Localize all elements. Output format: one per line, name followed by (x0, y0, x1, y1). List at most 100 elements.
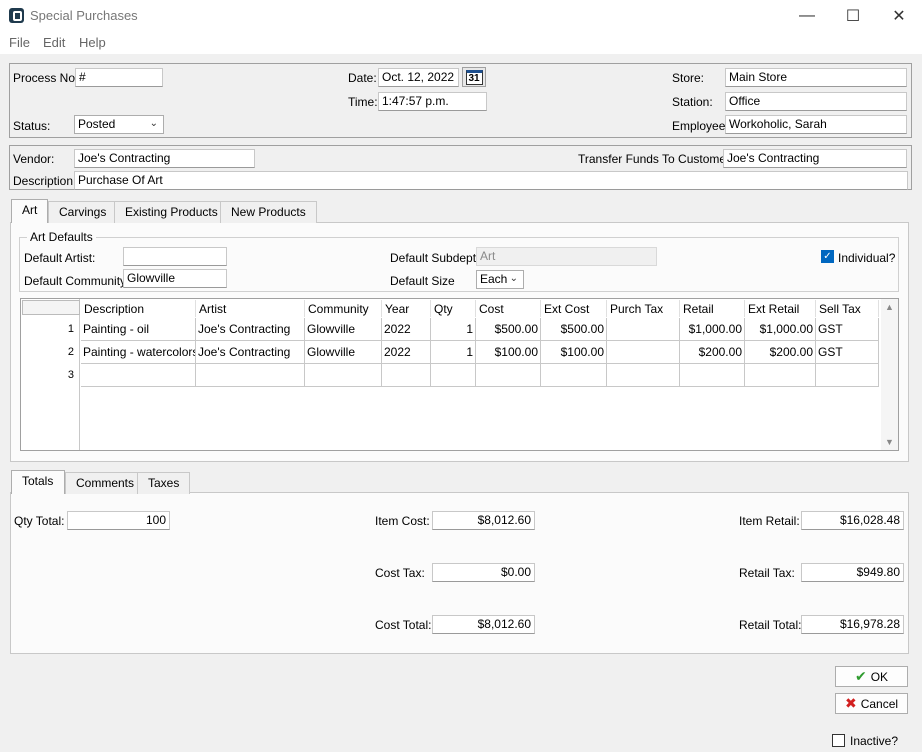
tab-comments[interactable]: Comments (65, 472, 146, 494)
default-community-field[interactable]: Glowville (123, 269, 227, 288)
tab-totals[interactable]: Totals (11, 470, 65, 494)
tab-new-products[interactable]: New Products (220, 201, 317, 223)
grid-cell[interactable]: $100.00 (541, 341, 607, 364)
station-label: Station: (672, 95, 713, 109)
grid-cell[interactable]: $100.00 (476, 341, 541, 364)
grid-cell[interactable]: 1 (431, 318, 476, 341)
grid-cell[interactable] (382, 364, 431, 387)
grid-header-community[interactable]: Community (305, 300, 382, 317)
cost-tax-field: $0.00 (432, 563, 535, 582)
grid-cell[interactable]: $200.00 (745, 341, 816, 364)
cancel-button[interactable]: ✖ Cancel (835, 693, 908, 714)
grid-header-description[interactable]: Description (81, 300, 196, 317)
grid-cell[interactable]: $1,000.00 (680, 318, 745, 341)
minimize-button[interactable]: — (784, 0, 830, 32)
menu-bar (0, 32, 922, 54)
qty-total-field: 100 (67, 511, 170, 530)
maximize-button[interactable]: ☐ (830, 0, 876, 32)
grid-cell[interactable]: 1 (431, 341, 476, 364)
grid-cell[interactable]: 2022 (382, 341, 431, 364)
store-field[interactable]: Main Store (725, 68, 907, 87)
scroll-down-icon[interactable]: ▼ (885, 437, 894, 447)
grid-cell[interactable]: Joe's Contracting (196, 341, 305, 364)
close-button[interactable]: ✕ (876, 0, 922, 32)
grid-cell[interactable] (745, 364, 816, 387)
close-icon: ✕ (892, 8, 906, 25)
item-cost-label: Item Cost: (375, 514, 430, 528)
cost-total-label: Cost Total: (375, 618, 432, 632)
grid-cell[interactable] (196, 364, 305, 387)
station-field[interactable]: Office (725, 92, 907, 111)
grid-cell[interactable]: Painting - watercolors (81, 341, 196, 364)
grid-cell[interactable]: $1,000.00 (745, 318, 816, 341)
employee-field[interactable]: Workoholic, Sarah (725, 115, 907, 134)
ok-button[interactable]: ✔ OK (835, 666, 908, 687)
employee-label: Employee: (672, 119, 729, 133)
grid-header-qty[interactable]: Qty (431, 300, 476, 317)
transfer-field[interactable]: Joe's Contracting (723, 149, 907, 168)
default-subdept-label: Default Subdept: (390, 251, 480, 265)
status-select[interactable]: Posted ⌄ (74, 115, 164, 134)
default-artist-field[interactable] (123, 247, 227, 266)
default-size-select[interactable]: Each ⌄ (476, 270, 524, 289)
tab-art[interactable]: Art (11, 199, 48, 223)
grid-cell[interactable] (680, 364, 745, 387)
grid-header-purch-tax[interactable]: Purch Tax (607, 300, 680, 317)
grid-cell[interactable]: Glowville (305, 341, 382, 364)
row-number[interactable]: 3 (22, 364, 80, 387)
inactive-checkbox[interactable] (832, 734, 845, 747)
grid-scrollbar[interactable] (881, 299, 898, 450)
grid-cell[interactable]: GST (816, 341, 879, 364)
grid-cell[interactable]: Painting - oil (81, 318, 196, 341)
chevron-down-icon: ⌄ (149, 118, 158, 129)
status-label: Status: (13, 119, 51, 133)
grid-cell[interactable]: $500.00 (541, 318, 607, 341)
calendar-button[interactable]: 31 (462, 67, 486, 87)
description-field[interactable]: Purchase Of Art (74, 171, 908, 190)
grid-header-sell-tax[interactable]: Sell Tax (816, 300, 879, 317)
tab-carvings[interactable]: Carvings (48, 201, 118, 223)
time-field[interactable]: 1:47:57 p.m. (378, 92, 487, 111)
grid-cell[interactable] (607, 318, 680, 341)
grid-cell[interactable] (431, 364, 476, 387)
retail-tax-field: $949.80 (801, 563, 904, 582)
grid-cell[interactable] (541, 364, 607, 387)
grid-header-retail[interactable]: Retail (680, 300, 745, 317)
individual-checkbox[interactable]: ✓ (821, 250, 834, 263)
grid-cell[interactable]: Glowville (305, 318, 382, 341)
process-no-field[interactable]: # (75, 68, 163, 87)
row-number[interactable]: 2 (22, 341, 80, 364)
retail-total-label: Retail Total: (739, 618, 802, 632)
tab-taxes[interactable]: Taxes (137, 472, 191, 494)
scroll-up-icon[interactable]: ▲ (885, 302, 894, 312)
vendor-field[interactable]: Joe's Contracting (74, 149, 255, 168)
tab-existing-products[interactable]: Existing Products (114, 201, 229, 223)
row-number[interactable]: 1 (22, 318, 80, 341)
menu-edit[interactable]: Edit (43, 35, 65, 50)
grid-header-year[interactable]: Year (382, 300, 431, 317)
grid-header-ext-retail[interactable]: Ext Retail (745, 300, 816, 317)
grid-header-ext-cost[interactable]: Ext Cost (541, 300, 607, 317)
menu-help[interactable]: Help (79, 35, 106, 50)
grid-cell[interactable] (81, 364, 196, 387)
retail-total-field: $16,978.28 (801, 615, 904, 634)
menu-file[interactable]: File (9, 35, 30, 50)
grid-corner[interactable] (22, 300, 80, 315)
grid-cell[interactable] (305, 364, 382, 387)
grid-cell[interactable]: Joe's Contracting (196, 318, 305, 341)
grid-cell[interactable]: 2022 (382, 318, 431, 341)
grid-cell[interactable]: GST (816, 318, 879, 341)
grid-header-artist[interactable]: Artist (196, 300, 305, 317)
grid-cell[interactable] (816, 364, 879, 387)
grid-cell[interactable]: $500.00 (476, 318, 541, 341)
grid-cell[interactable] (476, 364, 541, 387)
grid-cell[interactable]: $200.00 (680, 341, 745, 364)
grid-cell[interactable] (607, 341, 680, 364)
grid-cell[interactable] (607, 364, 680, 387)
individual-label: Individual? (838, 251, 896, 265)
grid-header-cost[interactable]: Cost (476, 300, 541, 317)
date-field[interactable]: Oct. 12, 2022 (378, 68, 459, 87)
checkmark-icon: ✔ (854, 668, 867, 684)
inactive-label: Inactive? (850, 734, 899, 748)
default-size-label: Default Size (390, 274, 455, 288)
